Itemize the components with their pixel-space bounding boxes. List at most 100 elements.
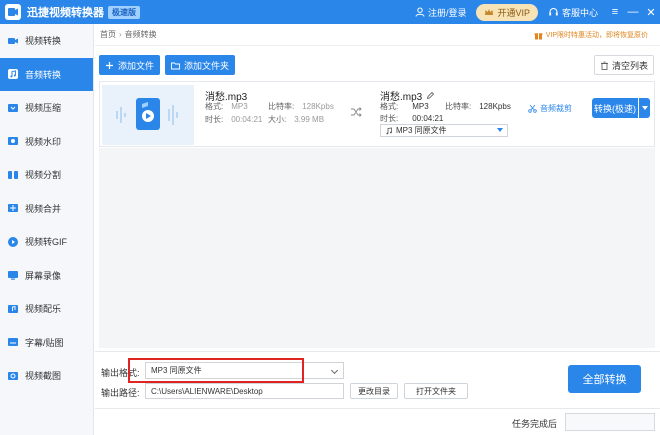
- output-format-select[interactable]: MP3 同原文件: [380, 124, 508, 137]
- sidebar-item-gif[interactable]: 视频转GIF: [0, 225, 93, 259]
- meta-value: 00:04:21: [231, 115, 263, 124]
- breadcrumb-separator: ›: [119, 30, 122, 39]
- meta-label: 大小:: [268, 115, 287, 124]
- main-panel: 首页 › 音频转换 VIP限时特惠活动，即将恢复原价 添加文件 添加文件夹 清空…: [95, 24, 660, 435]
- chevron-down-icon: [497, 128, 503, 132]
- file-list-empty-area: [99, 148, 655, 348]
- output-format-select-value: MP3 同原文件: [396, 126, 447, 135]
- customer-service-link[interactable]: 客服中心: [548, 6, 598, 19]
- menu-icon[interactable]: ≡: [606, 0, 624, 24]
- task-done-action-select[interactable]: [565, 413, 655, 431]
- screenshot-icon: [7, 370, 19, 382]
- meta-value: 128Kpbs: [479, 102, 511, 111]
- sidebar-item-split[interactable]: 视频分割: [0, 158, 93, 192]
- chevron-down-icon: [330, 366, 339, 375]
- add-folder-label: 添加文件夹: [183, 60, 229, 71]
- meta-value: 00:04:21: [412, 114, 444, 123]
- vip-button[interactable]: 开通VIP: [476, 3, 538, 21]
- clear-list-button[interactable]: 清空列表: [594, 55, 654, 75]
- sidebar-item-label: 视频分割: [25, 170, 62, 181]
- meta-label: 时长:: [205, 115, 224, 124]
- sidebar-item-audio-convert[interactable]: 音频转换: [0, 57, 93, 91]
- subtitle-icon: [7, 336, 19, 348]
- sidebar-item-label: 音频转换: [25, 69, 62, 80]
- breadcrumb-home[interactable]: 首页: [100, 29, 116, 40]
- sidebar-item-label: 视频水印: [25, 136, 62, 147]
- output-settings: 输出格式: MP3 同原文件 输出路径: C:\Users\ALIENWARE\…: [95, 351, 660, 407]
- file-item: 消愁.mp3 格式: MP3 比特率: 128Kpbs 时长: 00:04:21 大小…: [99, 81, 655, 147]
- shuffle-arrow-icon: [351, 107, 362, 117]
- video-compress-icon: [7, 102, 19, 114]
- meta-label: 格式:: [205, 102, 224, 111]
- headset-icon: [549, 7, 558, 15]
- source-format: 格式: MP3: [205, 101, 248, 112]
- edition-badge: 极速版: [108, 5, 140, 19]
- sidebar-item-label: 视频合并: [25, 203, 62, 214]
- close-icon[interactable]: ✕: [642, 0, 660, 24]
- login-label: 注册/登录: [427, 7, 467, 18]
- folder-icon: [171, 62, 180, 69]
- sidebar-item-music[interactable]: 视频配乐: [0, 292, 93, 326]
- trash-icon: [600, 61, 608, 70]
- plus-icon: [105, 61, 113, 69]
- merge-icon: [7, 202, 19, 214]
- audio-thumbnail: [102, 85, 194, 145]
- meta-value: MP3: [412, 102, 429, 111]
- crown-icon: [485, 9, 494, 15]
- sidebar-item-label: 视频转换: [25, 36, 62, 47]
- sidebar-item-subtitle[interactable]: 字幕/贴图: [0, 326, 93, 360]
- meta-label: 比特率:: [445, 102, 472, 111]
- app-title: 迅捷视频转换器: [27, 7, 104, 19]
- watermark-icon: [7, 135, 19, 147]
- audio-clip-button[interactable]: 音频裁剪: [528, 103, 572, 114]
- sidebar-item-screenshot[interactable]: 视频截图: [0, 359, 93, 393]
- sidebar-item-label: 视频转GIF: [25, 237, 67, 248]
- highlight-box: [128, 358, 304, 383]
- convert-button[interactable]: 转换(极速): [592, 98, 638, 118]
- add-file-button[interactable]: 添加文件: [99, 55, 160, 75]
- task-done-label: 任务完成后: [512, 419, 558, 429]
- audio-clip-label: 音频裁剪: [540, 104, 572, 113]
- convert-dropdown-button[interactable]: [639, 98, 650, 118]
- sidebar-item-video-convert[interactable]: 视频转换: [0, 24, 93, 58]
- add-folder-button[interactable]: 添加文件夹: [165, 55, 235, 75]
- title-bar: 迅捷视频转换器 极速版 注册/登录 开通VIP 客服中心 ≡ — ✕: [0, 0, 660, 24]
- sidebar-item-watermark[interactable]: 视频水印: [0, 125, 93, 159]
- promo-banner[interactable]: VIP限时特惠活动，即将恢复原价: [534, 30, 648, 40]
- sidebar-item-video-compress[interactable]: 视频压缩: [0, 91, 93, 125]
- sidebar-item-label: 屏幕录像: [25, 270, 62, 281]
- edit-pencil-icon[interactable]: [426, 91, 435, 100]
- output-duration: 时长: 00:04:21: [380, 113, 443, 124]
- sidebar-item-merge[interactable]: 视频合并: [0, 192, 93, 226]
- minimize-icon[interactable]: —: [624, 0, 642, 24]
- audio-convert-icon: [7, 68, 19, 80]
- meta-value: 128Kpbs: [302, 102, 334, 111]
- sidebar-item-label: 视频压缩: [25, 103, 62, 114]
- status-bar: 任务完成后: [95, 408, 660, 435]
- meta-label: 比特率:: [268, 102, 295, 111]
- user-icon: [415, 7, 425, 17]
- login-link[interactable]: 注册/登录: [415, 6, 467, 19]
- output-format: 格式: MP3: [380, 101, 429, 112]
- open-folder-button[interactable]: 打开文件夹: [404, 383, 468, 399]
- gift-icon: [534, 32, 543, 39]
- split-icon: [7, 169, 19, 181]
- output-bitrate: 比特率: 128Kpbs: [445, 101, 511, 112]
- sidebar-item-screen-record[interactable]: 屏幕录像: [0, 259, 93, 293]
- meta-label: 时长:: [380, 114, 399, 123]
- meta-label: 格式:: [380, 102, 399, 111]
- breadcrumb-current: 音频转换: [124, 30, 157, 39]
- source-size: 大小: 3.99 MB: [268, 114, 324, 125]
- video-convert-icon: [7, 35, 19, 47]
- convert-all-button[interactable]: 全部转换: [568, 365, 641, 393]
- toolbar: 添加文件 添加文件夹 清空列表: [99, 54, 654, 76]
- output-path-input[interactable]: C:\Users\ALIENWARE\Desktop: [145, 383, 344, 399]
- output-path-label: 输出路径:: [101, 388, 140, 398]
- source-duration: 时长: 00:04:21: [205, 114, 262, 125]
- change-directory-button[interactable]: 更改目录: [350, 383, 398, 399]
- source-bitrate: 比特率: 128Kpbs: [268, 101, 334, 112]
- add-file-label: 添加文件: [117, 60, 154, 71]
- sidebar-item-label: 视频截图: [25, 371, 62, 382]
- gif-icon: [7, 236, 19, 248]
- audio-file-icon: [102, 85, 194, 145]
